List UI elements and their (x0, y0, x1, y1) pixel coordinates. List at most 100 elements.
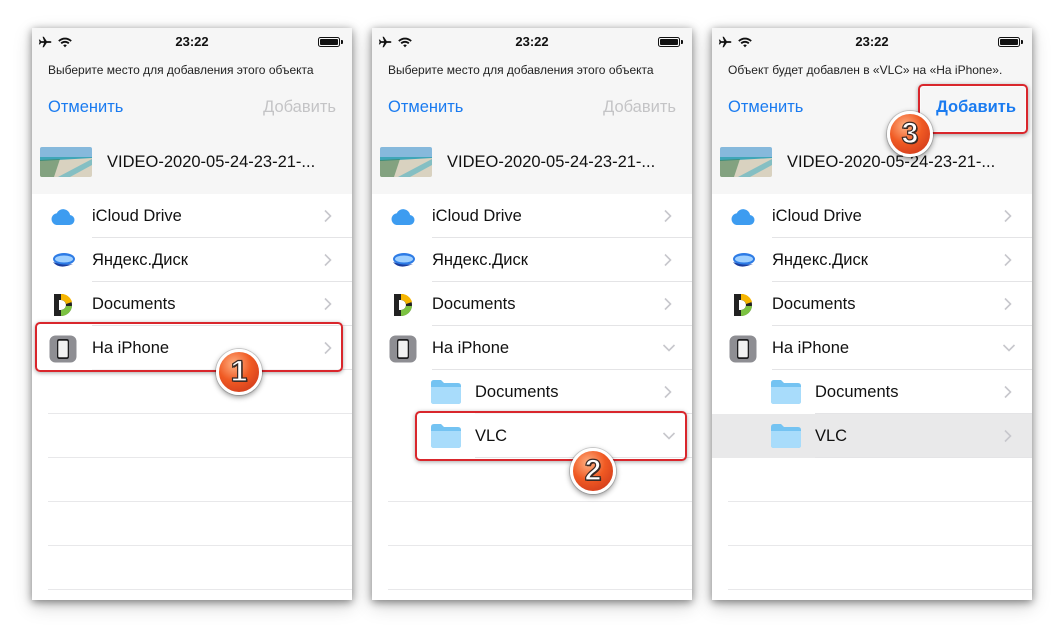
cancel-button[interactable]: Отменить (728, 98, 803, 117)
empty-row (728, 502, 1032, 546)
location-row-documents[interactable]: Documents (32, 282, 352, 326)
chevron-right-icon (662, 297, 674, 311)
empty-row (48, 590, 352, 600)
location-label: iCloud Drive (432, 207, 522, 225)
yandex-disk-icon (48, 246, 77, 275)
chevron-right-icon (662, 385, 674, 399)
cancel-button[interactable]: Отменить (388, 98, 463, 117)
empty-row (48, 458, 352, 502)
location-row-yandex-disk[interactable]: Яндекс.Диск (712, 238, 1032, 282)
file-name: VIDEO-2020-05-24-23-21-... (447, 152, 656, 171)
chevron-right-icon (1002, 209, 1014, 223)
destination-prompt: Выберите место для добавления этого объе… (48, 63, 314, 77)
folder-icon (770, 423, 802, 449)
iphone-icon (728, 334, 757, 363)
destination-prompt: Выберите место для добавления этого объе… (388, 63, 654, 77)
location-label: На iPhone (432, 339, 510, 357)
file-preview-row: VIDEO-2020-05-24-23-21-... (380, 145, 684, 179)
video-thumbnail (380, 147, 432, 177)
header-area (32, 28, 352, 220)
location-row-yandex-disk[interactable]: Яндекс.Диск (372, 238, 692, 282)
empty-row (48, 414, 352, 458)
chevron-down-icon (662, 341, 676, 355)
location-label: На iPhone (772, 339, 850, 357)
chevron-right-icon (322, 209, 334, 223)
battery-icon (998, 37, 1023, 47)
empty-row (388, 458, 692, 502)
chevron-right-icon (1002, 253, 1014, 267)
share-screen-step-1: 23:22 Выберите место для добавления этог… (32, 28, 352, 600)
location-label: Documents (772, 295, 856, 313)
folder-label: Documents (475, 383, 559, 401)
location-label: Documents (432, 295, 516, 313)
cancel-button[interactable]: Отменить (48, 98, 123, 117)
location-row-on-iphone[interactable]: На iPhone (712, 326, 1032, 370)
file-preview-row: VIDEO-2020-05-24-23-21-... (40, 145, 344, 179)
folder-label: Documents (815, 383, 899, 401)
location-row-documents[interactable]: Documents (372, 282, 692, 326)
documents-app-icon (728, 290, 757, 319)
location-list: iCloud Drive Яндекс.Диск Documents На iP… (372, 194, 692, 600)
iphone-icon (388, 334, 417, 363)
location-list: iCloud Drive Яндекс.Диск Documents На iP… (712, 194, 1032, 600)
location-row-yandex-disk[interactable]: Яндекс.Диск (32, 238, 352, 282)
empty-row (388, 502, 692, 546)
highlight-frame-vlc (415, 411, 687, 461)
location-list: iCloud Drive Яндекс.Диск Documents На iP… (32, 194, 352, 600)
battery-icon (318, 37, 343, 47)
highlight-frame-add-button (918, 84, 1028, 134)
status-bar: 23:22 (32, 34, 352, 50)
file-name: VIDEO-2020-05-24-23-21-... (107, 152, 316, 171)
location-row-on-iphone[interactable]: На iPhone (372, 326, 692, 370)
chevron-right-icon (1002, 297, 1014, 311)
empty-row (388, 590, 692, 600)
highlight-frame-on-iphone (35, 322, 343, 372)
location-label: iCloud Drive (772, 207, 862, 225)
header-area (372, 28, 692, 220)
status-bar: 23:22 (712, 34, 1032, 50)
video-thumbnail (720, 147, 772, 177)
folder-icon (430, 379, 462, 405)
folder-row-documents[interactable]: Documents (372, 370, 692, 414)
location-label: Яндекс.Диск (772, 251, 868, 269)
empty-row (388, 546, 692, 590)
status-bar: 23:22 (372, 34, 692, 50)
empty-row (48, 370, 352, 414)
file-name: VIDEO-2020-05-24-23-21-... (787, 152, 996, 171)
empty-row (48, 546, 352, 590)
yandex-disk-icon (388, 246, 417, 275)
chevron-right-icon (662, 253, 674, 267)
status-time: 23:22 (855, 34, 889, 49)
battery-icon (658, 37, 683, 47)
location-row-icloud-drive[interactable]: iCloud Drive (372, 194, 692, 238)
yandex-disk-icon (728, 246, 757, 275)
documents-app-icon (48, 290, 77, 319)
folder-icon (770, 379, 802, 405)
location-label: Яндекс.Диск (92, 251, 188, 269)
chevron-right-icon (1002, 385, 1014, 399)
chevron-right-icon (322, 253, 334, 267)
chevron-down-icon (1002, 341, 1016, 355)
location-label: Яндекс.Диск (432, 251, 528, 269)
chevron-right-icon (1002, 429, 1014, 443)
step-badge-1: 1 (216, 349, 262, 395)
add-button-disabled[interactable]: Добавить (603, 98, 676, 117)
share-screen-step-2: 23:22 Выберите место для добавления этог… (372, 28, 692, 600)
step-badge-3: 3 (887, 111, 933, 157)
folder-label: VLC (815, 427, 848, 445)
empty-row (728, 546, 1032, 590)
file-preview-row: VIDEO-2020-05-24-23-21-... (720, 145, 1024, 179)
empty-row (728, 458, 1032, 502)
icloud-icon (48, 202, 77, 231)
destination-prompt: Объект будет добавлен в «VLC» на «На iPh… (728, 63, 1003, 77)
add-button-disabled[interactable]: Добавить (263, 98, 336, 117)
folder-row-documents[interactable]: Documents (712, 370, 1032, 414)
folder-row-vlc-selected[interactable]: VLC (712, 414, 1032, 458)
location-row-icloud-drive[interactable]: iCloud Drive (32, 194, 352, 238)
location-label: iCloud Drive (92, 207, 182, 225)
empty-row (48, 502, 352, 546)
chevron-right-icon (662, 209, 674, 223)
video-thumbnail (40, 147, 92, 177)
location-row-icloud-drive[interactable]: iCloud Drive (712, 194, 1032, 238)
location-row-documents[interactable]: Documents (712, 282, 1032, 326)
